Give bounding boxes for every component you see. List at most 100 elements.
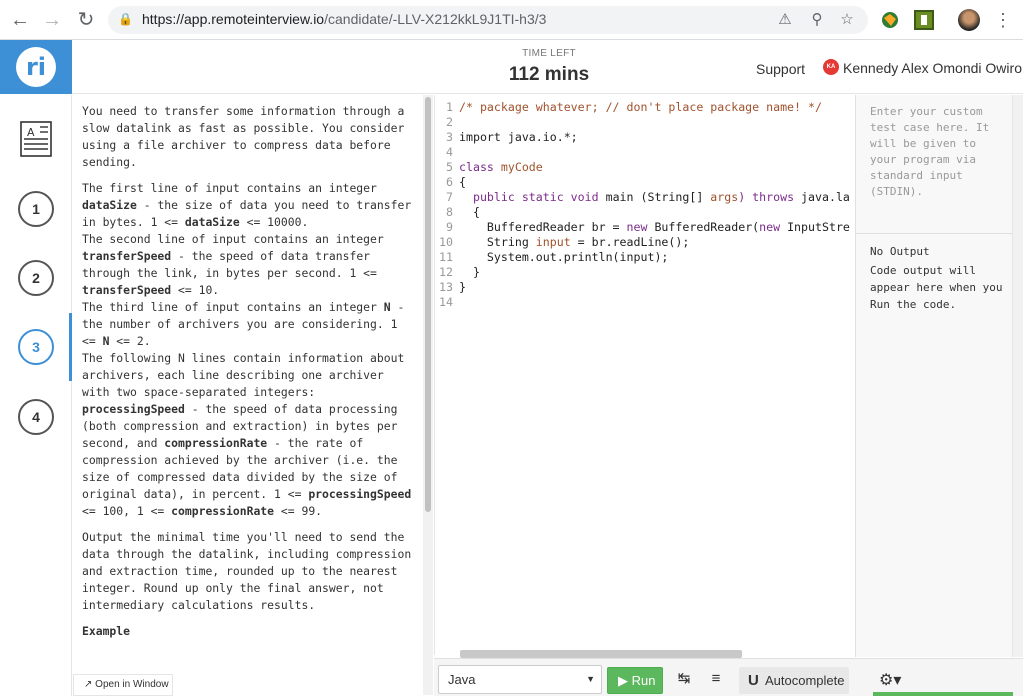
line-number: 4 <box>446 145 453 159</box>
logo-text: ri <box>25 53 47 81</box>
code-line[interactable]: 6{ <box>435 175 466 190</box>
code-token: public static void <box>459 190 606 204</box>
code-line[interactable]: 4 <box>435 145 459 160</box>
question-3-button[interactable]: 3 <box>18 329 54 365</box>
code-line[interactable]: 14 <box>435 295 459 310</box>
logo-circle: ri <box>16 47 56 87</box>
instructions-document-icon[interactable]: A <box>20 121 52 157</box>
line-number: 6 <box>446 175 453 189</box>
problem-output-description: Output the minimal time you'll need to s… <box>82 530 412 612</box>
example-heading: Example <box>82 624 131 638</box>
code-token: java.la <box>801 190 850 204</box>
line-number: 8 <box>446 205 453 219</box>
editor-toolbar: Java ▼ ▶ Run ↹ ≡ U Autocomplete ⚙▾ <box>434 658 1023 696</box>
line-number: 10 <box>439 235 453 249</box>
line-number: 12 <box>439 265 453 279</box>
console-panel: Enter your custom test case here. It wil… <box>855 95 1013 657</box>
fullscreen-icon[interactable]: ↹ <box>674 669 694 689</box>
code-token: class <box>459 160 501 174</box>
code-token: input <box>535 235 571 249</box>
code-line[interactable]: 7 public static void main (String[] args… <box>435 190 850 205</box>
problem-intro: You need to transfer some information th… <box>82 104 405 169</box>
language-select[interactable]: Java ▼ <box>438 665 602 694</box>
support-link[interactable]: Support <box>756 61 805 77</box>
play-icon: ▶ <box>618 673 628 688</box>
code-line[interactable]: 1 /* package whatever; // don't place pac… <box>435 100 822 115</box>
output-body: Code output will appear here when you Ru… <box>870 264 1003 311</box>
address-bar[interactable]: 🔒 https://app.remoteinterview.io/candida… <box>108 6 868 34</box>
extension-green-icon[interactable] <box>914 10 934 30</box>
console-divider <box>856 233 1013 234</box>
back-arrow-icon[interactable]: ← <box>8 8 32 32</box>
time-left-value: 112 mins <box>508 64 590 85</box>
code-token: new <box>626 220 655 234</box>
gear-icon[interactable]: ⚙▾ <box>879 670 901 690</box>
user-avatar-badge[interactable]: KA <box>823 59 839 75</box>
code-line[interactable]: 8 { <box>435 205 480 220</box>
code-token: main (String[] <box>605 190 711 204</box>
problem-scrollbar[interactable] <box>423 95 433 695</box>
autocomplete-toggle[interactable]: U Autocomplete <box>739 667 849 694</box>
open-in-window-button[interactable]: ↗ Open in Window <box>73 674 173 696</box>
extension-globe-icon[interactable] <box>880 10 900 30</box>
code-token: /* package whatever; // don't place pack… <box>459 100 822 114</box>
editor-horizontal-scrollbar[interactable] <box>460 650 742 658</box>
code-token: myCode <box>500 160 543 174</box>
code-line[interactable]: 3 import java.io.*; <box>435 130 578 145</box>
problem-statement: You need to transfer some information th… <box>73 95 423 670</box>
problem-scrollbar-thumb[interactable] <box>425 97 431 512</box>
code-line[interactable]: 13} <box>435 280 466 295</box>
user-name[interactable]: Kennedy Alex Omondi Owiro <box>843 60 1022 76</box>
external-link-icon: ↗ <box>84 679 93 690</box>
code-token: { <box>459 205 480 219</box>
line-number: 7 <box>446 190 453 204</box>
question-1-button[interactable]: 1 <box>18 191 54 227</box>
console-scrollbar[interactable] <box>1012 95 1023 657</box>
forward-arrow-icon[interactable]: → <box>40 8 64 32</box>
line-number: 5 <box>446 160 453 174</box>
output-title: No Output <box>870 245 930 258</box>
question-sidebar: A 1 2 3 4 <box>0 95 72 696</box>
code-token: BufferedReader( <box>654 220 760 234</box>
code-line[interactable]: 2 <box>435 115 459 130</box>
code-editor[interactable]: 1 /* package whatever; // don't place pac… <box>434 95 854 655</box>
code-token: System.out.println(input); <box>459 250 669 264</box>
stdin-input[interactable]: Enter your custom test case here. It wil… <box>870 104 1008 200</box>
line-number: 14 <box>439 295 453 309</box>
question-4-button[interactable]: 4 <box>18 399 54 435</box>
question-2-button[interactable]: 2 <box>18 260 54 296</box>
code-line[interactable]: 10 String input = br.readLine(); <box>435 235 689 250</box>
code-token: } <box>459 265 480 279</box>
code-token: InputStre <box>787 220 850 234</box>
submit-strip[interactable] <box>873 692 1013 696</box>
code-line[interactable]: 11 System.out.println(input); <box>435 250 668 265</box>
code-token: new <box>759 220 788 234</box>
url-text[interactable]: https://app.remoteinterview.io/candidate… <box>142 11 546 27</box>
line-number: 11 <box>439 250 453 264</box>
line-number: 13 <box>439 280 453 294</box>
app-header: ri TIME LEFT 112 mins Support KA Kennedy… <box>0 40 1023 94</box>
code-token: { <box>459 175 466 189</box>
active-question-indicator <box>69 313 72 381</box>
time-left-label: TIME LEFT <box>522 48 576 59</box>
zoom-icon[interactable]: ⚲ <box>808 11 826 29</box>
blocked-popup-icon[interactable]: ⚠ <box>776 11 794 29</box>
code-line[interactable]: 5 class myCode <box>435 160 543 175</box>
open-in-window-label: Open in Window <box>95 679 169 690</box>
reload-icon[interactable]: ↻ <box>74 8 98 32</box>
code-line[interactable]: 9 BufferedReader br = new BufferedReader… <box>435 220 850 235</box>
run-button[interactable]: ▶ Run <box>607 667 663 694</box>
profile-avatar[interactable] <box>958 9 980 31</box>
chevron-down-icon: ▼ <box>586 674 595 684</box>
indent-icon[interactable]: ≡ <box>706 669 726 689</box>
svg-text:A: A <box>27 126 35 139</box>
line-number: 1 <box>446 100 453 114</box>
line-number: 2 <box>446 115 453 129</box>
kebab-menu-icon[interactable]: ⋮ <box>994 8 1012 32</box>
logo[interactable]: ri <box>0 40 72 94</box>
line-number: 3 <box>446 130 453 144</box>
star-icon[interactable]: ☆ <box>838 11 856 29</box>
code-token: } <box>459 280 466 294</box>
code-token: args <box>710 190 739 204</box>
code-line[interactable]: 12 } <box>435 265 480 280</box>
